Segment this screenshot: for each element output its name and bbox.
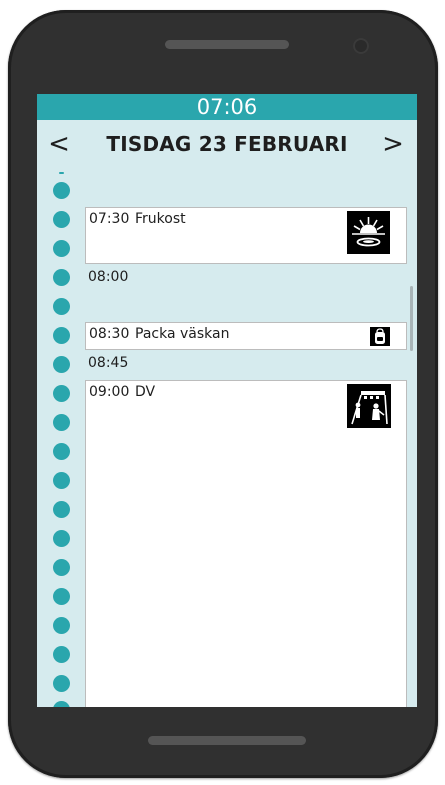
- time-marker: 08:00: [88, 269, 129, 285]
- school-activity-icon: [347, 384, 391, 428]
- timeline-dot: [53, 472, 70, 489]
- event-title: Packa väskan: [135, 326, 230, 342]
- event-time: 07:30: [89, 211, 130, 227]
- timeline-dot: [53, 701, 70, 707]
- timeline-dot: [53, 356, 70, 373]
- event-card-frukost[interactable]: 07:30 Frukost: [85, 207, 407, 264]
- event-title: DV: [135, 384, 156, 400]
- scrollbar[interactable]: [410, 286, 413, 351]
- event-title: Frukost: [135, 211, 186, 227]
- event-card-packa-vaskan[interactable]: 08:30 Packa väskan: [85, 322, 407, 350]
- timeline-dot: [53, 617, 70, 634]
- timeline-dot: [53, 385, 70, 402]
- timeline-dot: [53, 269, 70, 286]
- day-title: TISDAG 23 FEBRUARI: [106, 132, 348, 156]
- day-navigation-header: < TISDAG 23 FEBRUARI >: [37, 120, 417, 170]
- timeline-dot: [53, 211, 70, 228]
- timeline-dot: [53, 240, 70, 257]
- calendar-screen: 07:06 < TISDAG 23 FEBRUARI > 07:30 Fruko…: [37, 94, 417, 707]
- timeline-dot: [53, 646, 70, 663]
- phone-speaker: [165, 40, 289, 49]
- timeline-dot: [59, 172, 64, 174]
- timeline-dot: [53, 559, 70, 576]
- timeline-dot: [53, 414, 70, 431]
- event-card-dv[interactable]: 09:00 DV: [85, 380, 407, 707]
- next-day-button[interactable]: >: [378, 128, 408, 160]
- timeline-dot: [53, 588, 70, 605]
- timeline-dot: [53, 675, 70, 692]
- timeline-dot: [53, 443, 70, 460]
- status-clock: 07:06: [37, 94, 417, 120]
- time-marker: 08:45: [88, 355, 129, 371]
- timeline-dot: [53, 182, 70, 199]
- phone-camera: [353, 38, 369, 54]
- sunrise-breakfast-icon: [347, 211, 390, 254]
- previous-day-button[interactable]: <: [44, 128, 74, 160]
- timeline-dot: [53, 530, 70, 547]
- event-time: 09:00: [89, 384, 130, 400]
- timeline-dot: [53, 298, 70, 315]
- backpack-icon: [370, 327, 390, 346]
- event-time: 08:30: [89, 326, 130, 342]
- timeline-dot: [53, 327, 70, 344]
- timeline-dot: [53, 501, 70, 518]
- home-indicator-bar[interactable]: [148, 736, 306, 745]
